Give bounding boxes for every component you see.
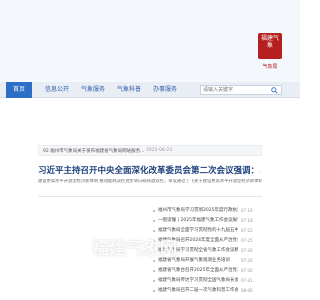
news-list-item[interactable]: 一图读懂丨2025年福建气象工作会议报告 07-18: [153, 217, 267, 225]
site-logo[interactable]: 福建气象 气象局: [258, 33, 282, 73]
nav-item-online-services[interactable]: 办事服务: [150, 82, 180, 98]
news-date: 07-26: [241, 248, 253, 253]
news-title: 一图读懂丨2025年福建气象工作会议报告: [158, 218, 238, 223]
nav-item-weather-service[interactable]: 气象服务: [78, 82, 108, 98]
news-date: 07-18: [241, 218, 253, 223]
bullet-icon: [153, 220, 155, 222]
news-list-item[interactable]: 福建气象局召开二届一次气象科普工作会议 08-06: [153, 287, 267, 295]
news-date: 07-22: [241, 228, 253, 233]
ticker-date: 2025-06-23: [146, 148, 173, 153]
news-list-item[interactable]: 福建气象局传达学习贯彻全国气象局长会议精神 07-31: [153, 277, 267, 285]
news-title: 福建省气象台召开2025年全面从严治党工作会: [158, 268, 238, 273]
news-title: 福建气象局传达学习贯彻全国气象局长会议精神: [158, 278, 238, 283]
logo-subtitle: 气象局: [262, 64, 278, 70]
news-date: 07-26: [241, 258, 253, 263]
bullet-icon: [153, 260, 155, 262]
bullet-icon: [153, 270, 155, 272]
news-list-item[interactable]: 福州市气象局学习贯彻2025年度行政执法宣传... 07-16: [153, 207, 267, 215]
nav-item-info-disclosure[interactable]: 信息公开: [42, 82, 72, 98]
news-title: 福建气象局召开二届一次气象科普工作会议: [158, 288, 238, 293]
news-ticker[interactable]: 92.福州市气象局关于发布福建省气象局网站服务... 2025-06-23: [38, 145, 262, 156]
header-banner: 福建气象 气象局: [0, 0, 300, 82]
headline-link[interactable]: 习近平主持召开中央全面深化改革委员会第二次会议强调：...: [38, 164, 260, 176]
search-input[interactable]: [203, 86, 269, 94]
news-date: 07-16: [241, 208, 253, 213]
watermark: 福建气象网: [92, 239, 177, 259]
nav-item-home[interactable]: 首页: [6, 82, 32, 98]
news-title: 福州市气象局学习贯彻2025年度行政执法宣传...: [158, 208, 238, 213]
main-navigation: 首页 信息公开 气象服务 气象科普 办事服务: [0, 82, 300, 98]
logo-seal-icon: 福建气象: [258, 33, 282, 59]
logo-text: 福建气象: [261, 35, 280, 49]
section-divider: [38, 196, 262, 197]
search-icon[interactable]: [271, 87, 278, 94]
bullet-icon: [153, 230, 155, 232]
news-date: 08-06: [241, 288, 253, 293]
ticker-text: 92.福州市气象局关于发布福建省气象局网站服务...: [43, 149, 145, 154]
news-list-item[interactable]: 福建省气象台召开2025年全面从严治党工作会 07-30: [153, 267, 267, 275]
search-box: [200, 85, 282, 95]
news-date: 07-25: [241, 238, 253, 243]
bullet-icon: [153, 280, 155, 282]
bullet-icon: [153, 290, 155, 292]
bullet-icon: [153, 210, 155, 212]
news-date: 07-30: [241, 268, 253, 273]
headline-summary: 建设更高水平开放型经济新体制 推动能耗双控逐步转向碳排放双控，审议通过了《关于建…: [38, 179, 262, 184]
nav-item-weather-science[interactable]: 气象科普: [114, 82, 144, 98]
news-date: 07-31: [241, 278, 253, 283]
